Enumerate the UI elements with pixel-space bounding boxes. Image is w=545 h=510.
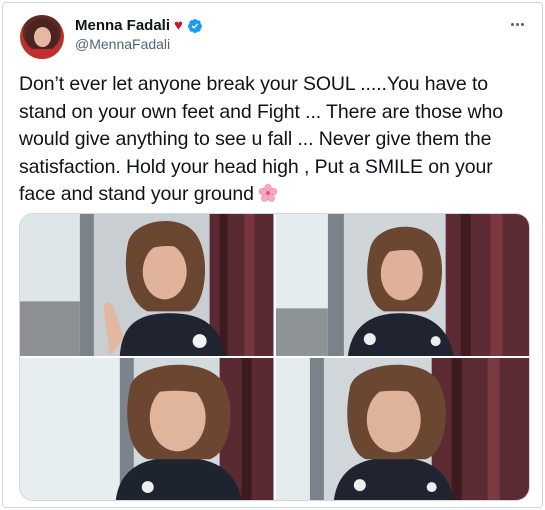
- verified-badge-icon: [187, 18, 202, 33]
- photo-2[interactable]: [275, 214, 529, 356]
- more-options-icon[interactable]: [506, 13, 528, 35]
- avatar[interactable]: [20, 15, 64, 59]
- photo-4[interactable]: [275, 358, 529, 500]
- photo-1[interactable]: [20, 214, 274, 356]
- media-grid: [19, 213, 530, 501]
- photo-3[interactable]: [20, 358, 274, 500]
- cherry-blossom-icon: [258, 183, 278, 202]
- heart-icon: ♥: [174, 17, 183, 34]
- author-handle[interactable]: @MennaFadali: [75, 36, 170, 52]
- display-name[interactable]: Menna Fadali: [75, 17, 170, 34]
- tweet-text: Don’t ever let anyone break your SOUL ..…: [19, 71, 529, 209]
- tweet-card[interactable]: Menna Fadali ♥ @MennaFadali Don’t ever l…: [2, 2, 543, 508]
- author-name-row: Menna Fadali ♥: [75, 17, 203, 34]
